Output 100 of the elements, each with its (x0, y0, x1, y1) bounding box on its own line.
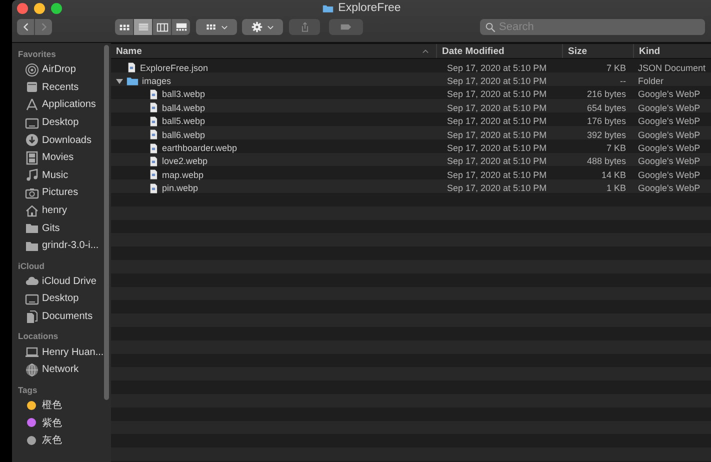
sidebar-item[interactable]: iCloud Drive (18, 272, 102, 290)
sidebar-item[interactable]: Henry Huan... (18, 343, 102, 361)
file-icon (148, 102, 159, 114)
download-icon (25, 133, 39, 148)
file-name[interactable]: images (142, 76, 172, 86)
section-heading: Locations (18, 331, 60, 342)
section-heading: Favorites (18, 49, 57, 59)
date-cell-text: Sep 17, 2020 at 5:10 PM (446, 170, 548, 180)
column-header[interactable]: Date Modified (437, 44, 563, 58)
kind-cell-text: Google's WebP (637, 130, 702, 140)
size-cell-text: 216 bytes (586, 89, 627, 100)
kind-cell-text: Google's WebP (637, 156, 702, 166)
sidebar-item[interactable]: Documents (18, 308, 102, 326)
sidebar-item[interactable]: 灰色 (18, 432, 102, 450)
size-cell-text: 1 KB (605, 183, 627, 194)
laptop-icon (25, 345, 39, 360)
columns-view-icon (156, 20, 168, 34)
sidebar-item[interactable]: Movies (18, 148, 102, 167)
disclosure-expanded-icon[interactable] (116, 78, 122, 85)
sidebar-item[interactable]: Desktop (18, 114, 102, 132)
tag-button[interactable] (329, 19, 363, 35)
sidebar-item[interactable]: Applications (18, 96, 102, 114)
sidebar-item[interactable]: Music (18, 166, 102, 184)
file-name[interactable]: map.webp (162, 170, 204, 180)
sidebar-item[interactable]: grindr-3.0-i... (18, 236, 102, 255)
date-cell-text: Sep 17, 2020 at 5:10 PM (446, 89, 548, 100)
kind-cell-text: Google's WebP (637, 183, 702, 194)
file-icon (126, 62, 137, 74)
house-icon (25, 204, 39, 218)
desktop-icon (25, 116, 39, 130)
folder-icon (322, 2, 334, 14)
file-name[interactable]: ExploreFree.json (140, 62, 208, 73)
size-cell-text: 654 bytes (586, 102, 627, 113)
size-cell-text: 392 bytes (586, 130, 627, 140)
file-icon (148, 88, 159, 100)
file-name[interactable]: ball3.webp (162, 89, 206, 100)
column-header[interactable]: Kind (634, 44, 711, 58)
file-icon (148, 142, 159, 154)
file-icon (148, 182, 159, 194)
kind-cell-text: Folder (637, 76, 665, 86)
size-cell-text: 488 bytes (586, 156, 627, 166)
folder-icon (25, 221, 39, 236)
view-mode-button[interactable] (134, 19, 153, 35)
zoom-button[interactable] (51, 3, 62, 14)
file-icon (148, 129, 159, 140)
sidebar-item[interactable]: Pictures (18, 184, 102, 202)
column-header[interactable]: Name (111, 44, 437, 58)
file-icon (148, 116, 159, 127)
sidebar-item[interactable]: Recents (18, 78, 102, 96)
film-icon (25, 150, 39, 165)
sidebar-item[interactable]: henry (18, 202, 102, 220)
file-name[interactable]: love2.webp (162, 156, 208, 166)
kind-cell-text: JSON Document (637, 62, 707, 73)
airdrop-icon (25, 62, 39, 77)
file-name[interactable]: ball5.webp (162, 116, 206, 126)
file-name[interactable]: ball6.webp (162, 130, 206, 140)
applications-icon (25, 98, 39, 112)
date-cell-text: Sep 17, 2020 at 5:10 PM (446, 102, 548, 113)
file-name[interactable]: pin.webp (162, 183, 198, 194)
section-heading: iCloud (18, 260, 46, 271)
sidebar-item[interactable]: 橙色 (18, 396, 102, 414)
share-button[interactable] (289, 19, 320, 35)
size-cell-text: -- (619, 76, 627, 86)
file-icon (148, 156, 159, 167)
group-button[interactable] (196, 19, 237, 35)
date-cell-text: Sep 17, 2020 at 5:10 PM (446, 130, 548, 140)
kind-cell-text: Google's WebP (637, 170, 702, 180)
size-cell-text: 176 bytes (586, 116, 627, 126)
size-cell-text: 14 KB (600, 170, 627, 180)
file-name[interactable]: ball4.webp (162, 102, 206, 113)
size-cell-text: 7 KB (605, 143, 627, 154)
sidebar-item[interactable]: AirDrop (18, 61, 102, 79)
section-heading: Tags (18, 384, 38, 394)
date-cell-text: Sep 17, 2020 at 5:10 PM (446, 116, 548, 126)
sidebar-item[interactable]: Desktop (18, 290, 102, 308)
file-name[interactable]: earthboarder.webp (162, 143, 238, 154)
music-icon (25, 168, 39, 182)
date-cell-text: Sep 17, 2020 at 5:10 PM (446, 76, 548, 86)
column-title: Name (116, 46, 142, 56)
sidebar-item[interactable]: 紫色 (18, 414, 102, 432)
date-cell-text: Sep 17, 2020 at 5:10 PM (446, 156, 548, 166)
minimize-button[interactable] (34, 3, 45, 14)
column-header[interactable]: Size (563, 44, 634, 58)
scrollbar[interactable] (104, 45, 109, 400)
kind-cell-text: Google's WebP (637, 89, 702, 100)
camera-icon (25, 186, 39, 200)
globe-icon (25, 362, 39, 377)
sidebar-item[interactable]: Downloads (18, 131, 102, 149)
gear-icon (250, 21, 262, 33)
sidebar-item[interactable]: Gits (18, 219, 102, 237)
size-cell-text: 7 KB (605, 62, 627, 73)
sidebar-item[interactable]: Network (18, 360, 102, 378)
date-cell-text: Sep 17, 2020 at 5:10 PM (446, 62, 548, 73)
kind-cell-text: Google's WebP (637, 116, 702, 126)
date-cell-text: Sep 17, 2020 at 5:10 PM (446, 143, 548, 154)
desktop-icon (25, 292, 39, 306)
close-button[interactable] (17, 3, 28, 14)
kind-cell-text: Google's WebP (637, 143, 702, 154)
action-button[interactable] (242, 19, 283, 35)
folder-icon (126, 75, 139, 88)
